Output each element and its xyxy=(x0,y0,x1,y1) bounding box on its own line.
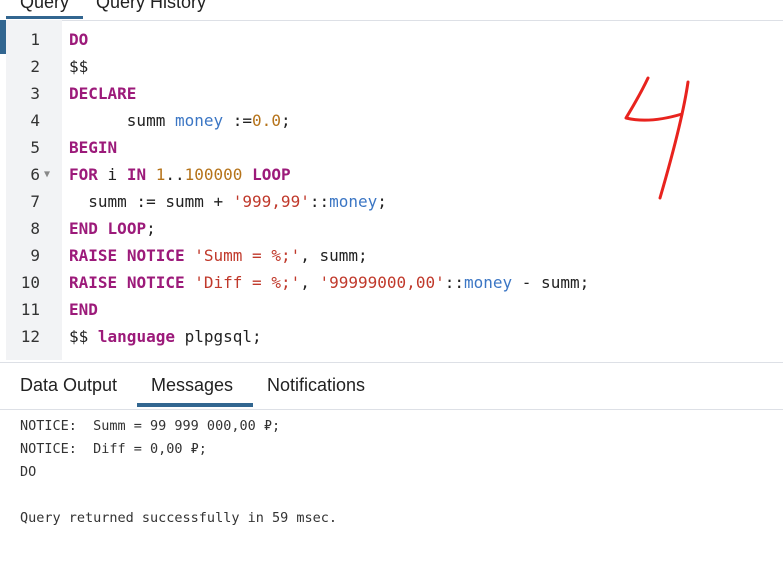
code-line[interactable]: 8 END LOOP; xyxy=(0,216,783,242)
message-line: NOTICE: Diff = 0,00 ₽; xyxy=(20,441,207,457)
code-line[interactable]: 9 RAISE NOTICE 'Summ = %;', summ; xyxy=(0,243,783,269)
line-number: 8 xyxy=(30,219,40,238)
code-line[interactable]: 12 $$ language plpgsql; xyxy=(0,324,783,350)
message-line: Query returned successfully in 59 msec. xyxy=(20,510,337,526)
tab-data-output[interactable]: Data Output xyxy=(20,375,117,396)
code-text: BEGIN xyxy=(69,138,118,157)
messages-panel: NOTICE: Summ = 99 999 000,00 ₽; NOTICE: … xyxy=(20,415,337,530)
handwritten-four-annotation xyxy=(624,76,690,200)
line-number: 3 xyxy=(30,84,40,103)
tab-query[interactable]: Query xyxy=(5,0,84,19)
line-number: 5 xyxy=(30,138,40,157)
code-text: DO xyxy=(69,30,89,49)
tab-notifications[interactable]: Notifications xyxy=(267,375,365,396)
tab-query-history[interactable]: Query History xyxy=(96,0,206,13)
active-tab-indicator xyxy=(137,403,253,407)
code-text: DECLARE xyxy=(69,84,137,103)
line-number: 11 xyxy=(20,300,40,319)
code-text: END LOOP; xyxy=(69,219,156,238)
code-line[interactable]: 1 DO xyxy=(0,27,783,53)
line-number: 9 xyxy=(30,246,40,265)
message-line: DO xyxy=(20,464,37,480)
message-line: NOTICE: Summ = 99 999 000,00 ₽; xyxy=(20,418,281,434)
code-text: FOR i IN 1..100000 LOOP xyxy=(69,165,291,184)
code-text: $$ xyxy=(69,57,89,76)
line-number: 2 xyxy=(30,57,40,76)
code-text: summ money :=0.0; xyxy=(69,111,291,130)
code-line[interactable]: 10 RAISE NOTICE 'Diff = %;', '99999000,0… xyxy=(0,270,783,296)
line-number: 12 xyxy=(20,327,40,346)
sql-editor[interactable]: 1 DO 2 $$ 3 DECLARE 4 summ money :=0.0; … xyxy=(0,20,783,360)
line-number: 6 xyxy=(30,165,40,184)
tab-messages[interactable]: Messages xyxy=(151,375,233,405)
line-number: 1 xyxy=(30,30,40,49)
fold-arrow-icon[interactable]: ▼ xyxy=(44,162,50,188)
code-line[interactable]: 11 END xyxy=(0,297,783,323)
code-text: RAISE NOTICE 'Summ = %;', summ; xyxy=(69,246,368,265)
line-number: 10 xyxy=(20,273,40,292)
line-number: 4 xyxy=(30,111,40,130)
message-line xyxy=(20,484,337,507)
results-tabs-bar: Data Output Messages Notifications xyxy=(0,362,783,410)
code-text: RAISE NOTICE 'Diff = %;', '99999000,00':… xyxy=(69,273,590,292)
code-text: END xyxy=(69,300,98,319)
code-text: summ := summ + '999,99'::money; xyxy=(69,192,387,211)
line-number: 7 xyxy=(30,192,40,211)
code-text: $$ language plpgsql; xyxy=(69,327,262,346)
query-tabs-bar: Query Query History xyxy=(0,0,783,21)
